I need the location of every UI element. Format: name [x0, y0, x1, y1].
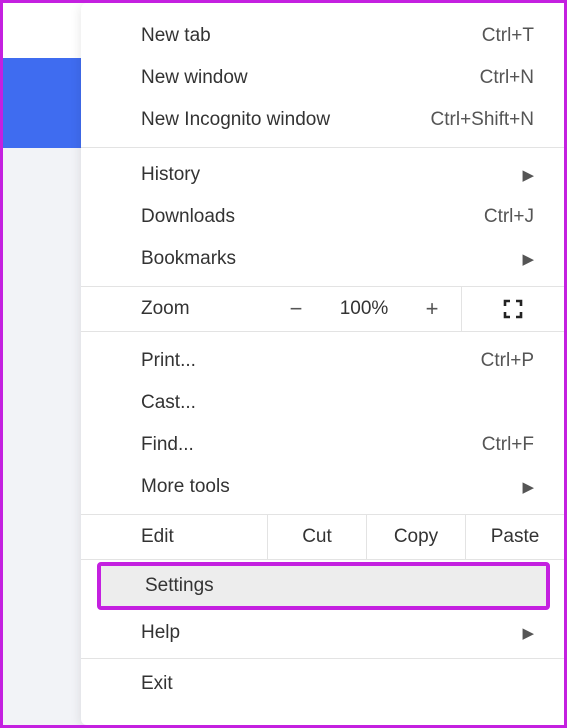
- menu-label: Exit: [141, 673, 173, 695]
- menu-item-bookmarks[interactable]: Bookmarks ▶: [81, 238, 564, 280]
- zoom-in-button[interactable]: +: [403, 287, 461, 331]
- menu-item-find[interactable]: Find... Ctrl+F: [81, 424, 564, 466]
- menu-label: Edit: [141, 526, 174, 548]
- viewport: New tab Ctrl+T New window Ctrl+N New Inc…: [3, 3, 564, 725]
- menu-label: New tab: [141, 25, 211, 47]
- edit-label-cell: Edit: [81, 515, 267, 559]
- menu-label: Help: [141, 622, 180, 644]
- menu-item-downloads[interactable]: Downloads Ctrl+J: [81, 196, 564, 238]
- menu-label: Print...: [141, 350, 196, 372]
- menu-item-new-window[interactable]: New window Ctrl+N: [81, 57, 564, 99]
- menu-label: Settings: [145, 575, 214, 597]
- menu-item-settings[interactable]: Settings: [97, 562, 550, 610]
- menu-shortcut: Ctrl+N: [480, 67, 534, 89]
- chevron-right-icon: ▶: [522, 250, 534, 268]
- zoom-label-cell: Zoom: [81, 287, 267, 331]
- menu-label: Zoom: [141, 298, 190, 320]
- menu-shortcut: Ctrl+F: [482, 434, 534, 456]
- menu-label: History: [141, 164, 200, 186]
- chevron-right-icon: ▶: [522, 624, 534, 642]
- menu-label: Downloads: [141, 206, 235, 228]
- menu-item-history[interactable]: History ▶: [81, 154, 564, 196]
- menu-item-new-incognito[interactable]: New Incognito window Ctrl+Shift+N: [81, 99, 564, 141]
- menu-label: Cast...: [141, 392, 196, 414]
- menu-label: Find...: [141, 434, 194, 456]
- menu-item-exit[interactable]: Exit: [81, 663, 564, 705]
- zoom-value: 100%: [325, 287, 403, 331]
- chevron-right-icon: ▶: [522, 166, 534, 184]
- menu-item-new-tab[interactable]: New tab Ctrl+T: [81, 15, 564, 57]
- chevron-right-icon: ▶: [522, 478, 534, 496]
- menu-shortcut: Ctrl+Shift+N: [431, 109, 534, 131]
- menu-item-cast[interactable]: Cast...: [81, 382, 564, 424]
- menu-shortcut: Ctrl+P: [481, 350, 534, 372]
- menu-shortcut: Ctrl+J: [484, 206, 534, 228]
- menu-item-more-tools[interactable]: More tools ▶: [81, 466, 564, 508]
- menu-item-help[interactable]: Help ▶: [81, 612, 564, 654]
- menu-label: New window: [141, 67, 248, 89]
- cut-button[interactable]: Cut: [267, 515, 366, 559]
- chrome-main-menu: New tab Ctrl+T New window Ctrl+N New Inc…: [81, 3, 564, 725]
- minus-icon: −: [290, 296, 303, 322]
- paste-button[interactable]: Paste: [465, 515, 564, 559]
- menu-zoom-row: Zoom − 100% +: [81, 286, 564, 332]
- menu-separator: [81, 658, 564, 659]
- menu-item-print[interactable]: Print... Ctrl+P: [81, 340, 564, 382]
- menu-shortcut: Ctrl+T: [482, 25, 534, 47]
- zoom-out-button[interactable]: −: [267, 287, 325, 331]
- copy-button[interactable]: Copy: [366, 515, 465, 559]
- menu-edit-row: Edit Cut Copy Paste: [81, 514, 564, 560]
- menu-separator: [81, 147, 564, 148]
- plus-icon: +: [426, 296, 439, 322]
- menu-label: Bookmarks: [141, 248, 236, 270]
- fullscreen-button[interactable]: [461, 287, 564, 331]
- fullscreen-icon: [501, 297, 525, 321]
- menu-label: New Incognito window: [141, 109, 330, 131]
- menu-label: More tools: [141, 476, 230, 498]
